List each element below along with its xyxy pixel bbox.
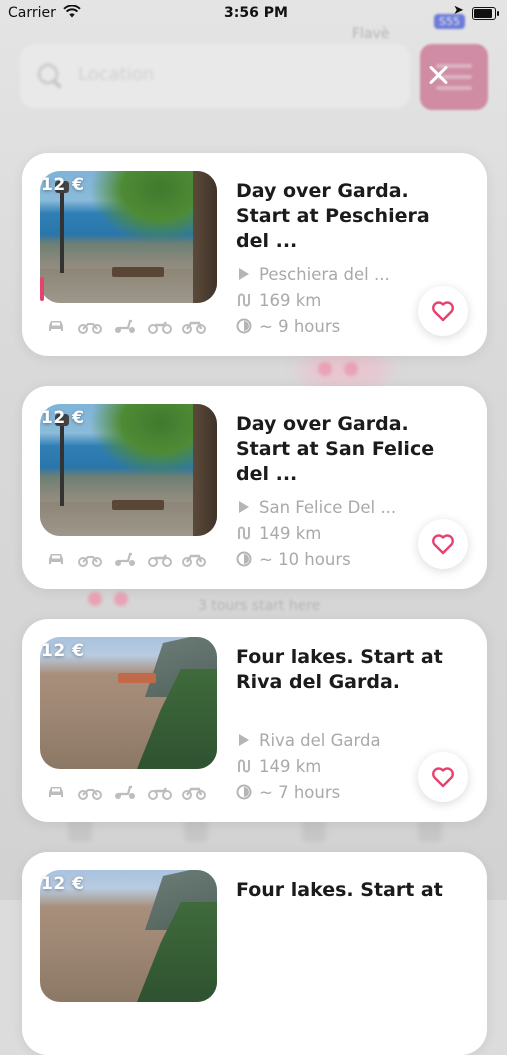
sportbike-icon bbox=[182, 784, 206, 800]
image-tree bbox=[193, 171, 217, 303]
tour-distance: 149 km bbox=[236, 757, 321, 776]
map-marker bbox=[114, 592, 128, 606]
tour-distance: 149 km bbox=[236, 524, 321, 543]
map-marker bbox=[318, 362, 332, 376]
image-town bbox=[118, 673, 156, 683]
search-placeholder: Location bbox=[78, 64, 155, 85]
scooter-icon bbox=[114, 784, 136, 800]
battery-icon bbox=[472, 7, 499, 20]
quad-icon bbox=[148, 318, 172, 334]
map-hint: 3 tours start here bbox=[198, 598, 321, 614]
car-icon bbox=[46, 551, 66, 567]
image-hillside bbox=[137, 669, 217, 769]
clock-icon bbox=[236, 551, 252, 567]
tour-duration: ~ 7 hours bbox=[236, 783, 340, 802]
motorbike-icon bbox=[78, 784, 102, 800]
distance-value: 149 km bbox=[259, 757, 322, 776]
price-label: 12 € bbox=[41, 641, 85, 661]
favorite-button[interactable] bbox=[418, 519, 468, 569]
tour-distance: 169 km bbox=[236, 291, 321, 310]
motorbike-icon bbox=[78, 318, 102, 334]
scooter-icon bbox=[114, 551, 136, 567]
favorite-button[interactable] bbox=[418, 752, 468, 802]
tour-card[interactable]: 12 € Four lakes. Start at Riva del Garda… bbox=[22, 619, 487, 822]
quad-icon bbox=[148, 784, 172, 800]
play-icon bbox=[236, 499, 252, 515]
start-location: Riva del Garda bbox=[259, 731, 381, 750]
tour-card[interactable]: 12 € Day over Garda. Start at Peschiera … bbox=[22, 153, 487, 356]
tour-card[interactable]: 12 € Day over Garda. Start at San Felice… bbox=[22, 386, 487, 589]
heart-icon bbox=[432, 301, 454, 322]
search-icon bbox=[38, 64, 58, 84]
status-bar: Carrier 3:56 PM ➤ bbox=[0, 0, 507, 28]
distance-value: 149 km bbox=[259, 524, 322, 543]
start-location: Peschiera del ... bbox=[259, 265, 390, 284]
duration-value: ~ 7 hours bbox=[259, 783, 341, 802]
play-icon bbox=[236, 266, 252, 282]
vehicle-icons bbox=[46, 784, 212, 802]
price-label: 12 € bbox=[41, 175, 85, 195]
image-bench bbox=[112, 267, 164, 277]
map-marker bbox=[88, 592, 102, 606]
heart-icon bbox=[432, 534, 454, 555]
location-arrow-icon: ➤ bbox=[453, 3, 464, 18]
clock-icon bbox=[236, 318, 252, 334]
image-tree bbox=[193, 404, 217, 536]
vehicle-icons bbox=[46, 318, 212, 336]
route-icon bbox=[236, 292, 252, 308]
tour-start: Riva del Garda bbox=[236, 731, 381, 750]
price-label: 12 € bbox=[41, 874, 85, 894]
tour-duration: ~ 10 hours bbox=[236, 550, 351, 569]
image-bench bbox=[112, 500, 164, 510]
car-icon bbox=[46, 318, 66, 334]
tour-duration: ~ 9 hours bbox=[236, 317, 340, 336]
map-label: Flavè bbox=[352, 26, 390, 42]
car-icon bbox=[46, 784, 66, 800]
tour-title: Four lakes. Start at Riva del Garda. bbox=[236, 646, 443, 693]
background-search-bar: Location bbox=[20, 44, 410, 108]
image-hillside bbox=[137, 902, 217, 1002]
close-button[interactable] bbox=[422, 60, 454, 92]
wifi-icon bbox=[63, 4, 81, 22]
clock-icon bbox=[236, 784, 252, 800]
route-icon bbox=[236, 758, 252, 774]
price-label: 12 € bbox=[41, 408, 85, 428]
heart-icon bbox=[432, 767, 454, 788]
carrier-label: Carrier bbox=[8, 5, 56, 21]
duration-value: ~ 10 hours bbox=[259, 550, 351, 569]
start-location: San Felice Del ... bbox=[259, 498, 397, 517]
play-icon bbox=[236, 732, 252, 748]
route-icon bbox=[236, 525, 252, 541]
tour-start: San Felice Del ... bbox=[236, 498, 396, 517]
motorbike-icon bbox=[78, 551, 102, 567]
vehicle-icons bbox=[46, 551, 212, 569]
tour-start: Peschiera del ... bbox=[236, 265, 390, 284]
tour-title: Day over Garda. Start at Peschiera del .… bbox=[236, 180, 430, 252]
sportbike-icon bbox=[182, 318, 206, 334]
clock: 3:56 PM bbox=[224, 5, 288, 21]
quad-icon bbox=[148, 551, 172, 567]
tour-title: Four lakes. Start at bbox=[236, 879, 443, 901]
map-marker bbox=[344, 362, 358, 376]
scooter-icon bbox=[114, 318, 136, 334]
tour-card[interactable]: 12 € Four lakes. Start at bbox=[22, 852, 487, 1055]
sportbike-icon bbox=[182, 551, 206, 567]
favorite-button[interactable] bbox=[418, 286, 468, 336]
accent-tick bbox=[40, 277, 44, 301]
tour-title: Day over Garda. Start at San Felice del … bbox=[236, 413, 435, 485]
duration-value: ~ 9 hours bbox=[259, 317, 341, 336]
distance-value: 169 km bbox=[259, 291, 322, 310]
